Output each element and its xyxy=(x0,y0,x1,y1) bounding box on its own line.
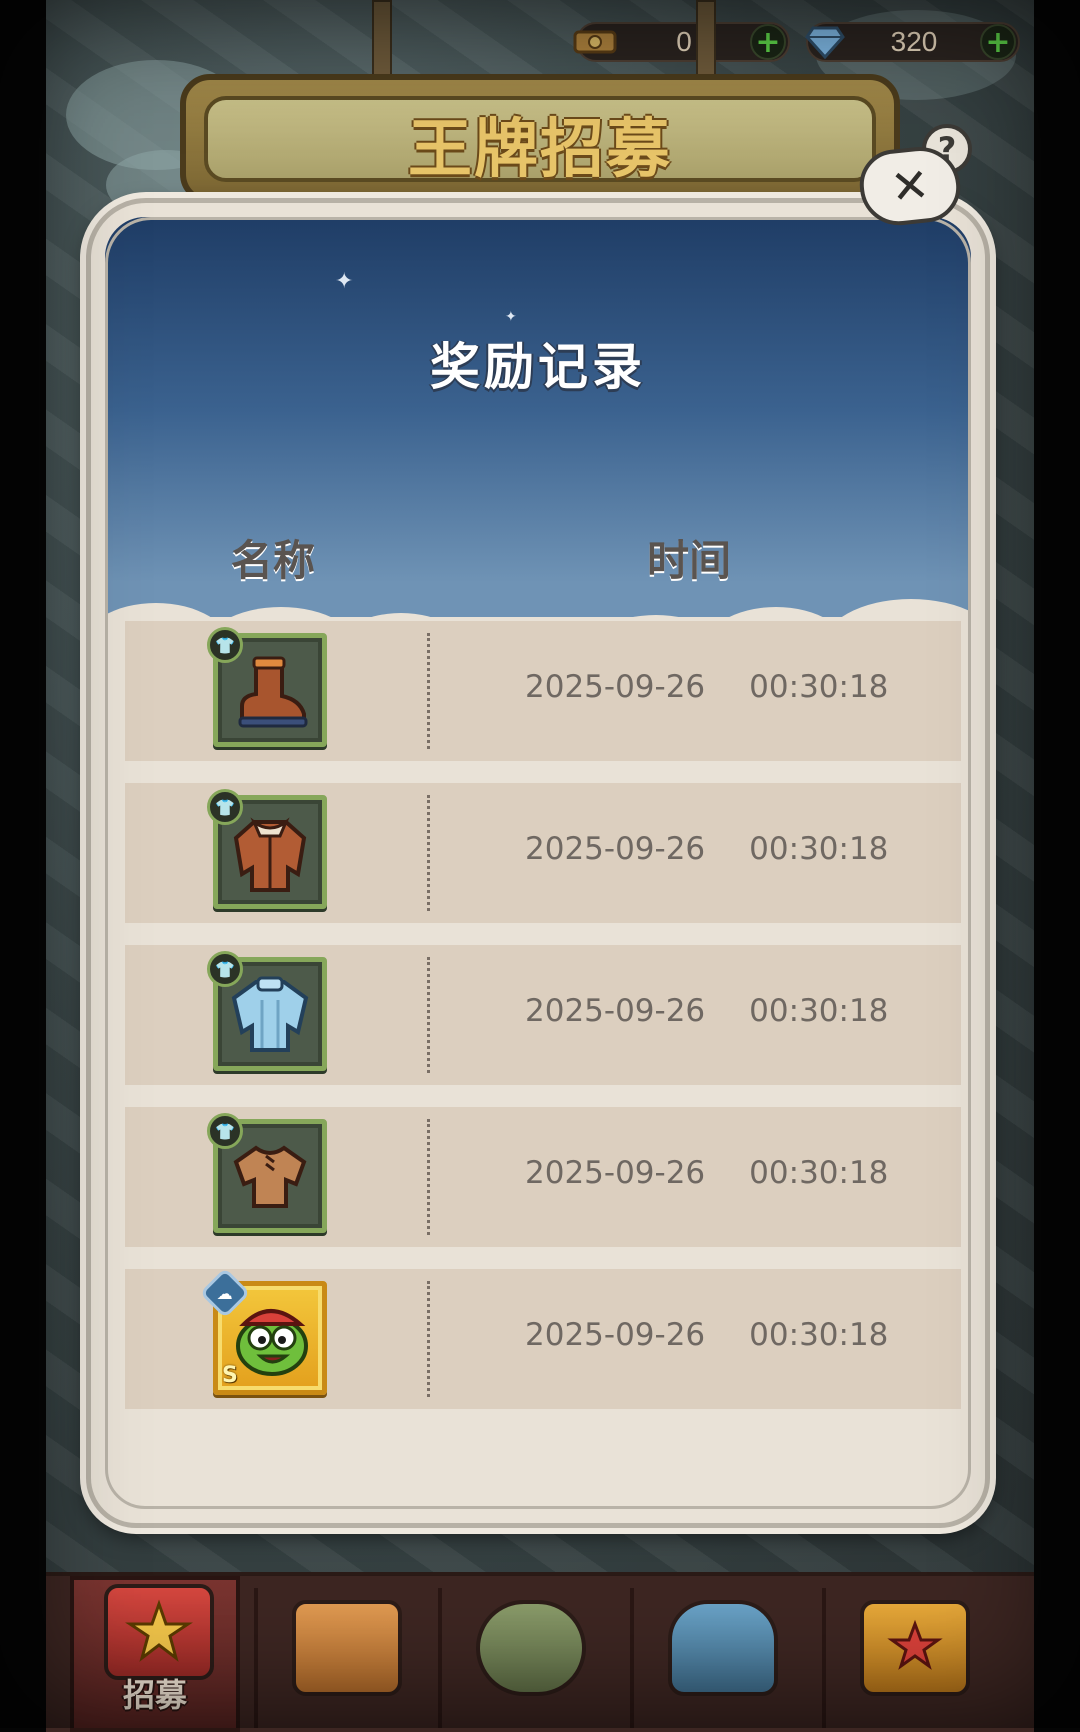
record-date: 2025-09-26 xyxy=(525,1317,706,1353)
record-date: 2025-09-26 xyxy=(525,1155,706,1191)
nav-recruit[interactable]: 招募 xyxy=(70,1576,240,1732)
column-header-name: 名称 xyxy=(231,536,316,585)
rank-label: S xyxy=(222,1363,238,1388)
sign-pole xyxy=(372,0,392,84)
ticket-icon xyxy=(572,27,618,57)
bag-icon xyxy=(292,1600,402,1696)
sign-pole xyxy=(696,0,716,84)
record-time: 00:30:18 xyxy=(749,831,889,867)
reward-record-row: 👕 2025-09-26 00:30:18 xyxy=(125,941,961,1085)
frog-hero-icon xyxy=(236,1309,308,1376)
record-time: 00:30:18 xyxy=(749,993,889,1029)
nav-pilot[interactable] xyxy=(638,1576,808,1732)
diamond-count: 320 xyxy=(890,26,938,57)
page-title: 王牌招募 xyxy=(408,113,672,187)
close-icon: ✕ xyxy=(888,157,932,215)
sweater-icon xyxy=(231,976,309,1052)
title-sign: 王牌招募 xyxy=(180,74,900,204)
pilot-helmet-icon xyxy=(668,1600,778,1696)
diamond-currency: 320 + xyxy=(805,22,1020,62)
boot-icon xyxy=(238,656,308,728)
machine-icon xyxy=(476,1600,586,1696)
reward-record-row: S ☁ 2025-09-26 00:30:18 xyxy=(125,1265,961,1409)
recruit-chest-icon xyxy=(104,1584,214,1680)
bottom-nav: 招募 xyxy=(46,1572,1034,1732)
shirt-icon xyxy=(233,1145,307,1208)
outfit-badge-icon: 👕 xyxy=(207,789,243,825)
dialog-title: 奖励记录 xyxy=(430,338,646,396)
reward-record-row: 👕 2025-09-26 00:30:18 xyxy=(125,1103,961,1247)
diamond-icon xyxy=(802,26,848,59)
nav-machine[interactable] xyxy=(446,1576,616,1732)
outfit-badge-icon: 👕 xyxy=(207,627,243,663)
add-ticket-button[interactable]: + xyxy=(750,24,786,60)
record-time: 00:30:18 xyxy=(749,1155,889,1191)
outfit-badge-icon: 👕 xyxy=(207,951,243,987)
jacket-icon xyxy=(233,817,307,892)
column-header-time: 时间 xyxy=(647,536,732,585)
add-diamond-button[interactable]: + xyxy=(980,24,1016,60)
reward-record-row: 👕 2025-09-26 00:30:18 xyxy=(125,617,961,761)
star-box-icon xyxy=(860,1600,970,1696)
outfit-badge-icon: 👕 xyxy=(207,1113,243,1149)
record-date: 2025-09-26 xyxy=(525,993,706,1029)
reward-record-dialog: ✦ ✦ 奖励记录 名称 时间 👕 2025-09-26 00:30:18 👕 2… xyxy=(86,198,990,1528)
ticket-currency: 0 + xyxy=(573,22,790,62)
reward-record-row: 👕 2025-09-26 00:30:18 xyxy=(125,779,961,923)
nav-star-box[interactable] xyxy=(830,1576,1000,1732)
record-time: 00:30:18 xyxy=(749,1317,889,1353)
star-icon: ✦ xyxy=(335,269,354,294)
nav-bag[interactable] xyxy=(262,1576,432,1732)
nav-recruit-label: 招募 xyxy=(122,1676,187,1714)
star-icon: ✦ xyxy=(505,309,517,325)
record-date: 2025-09-26 xyxy=(525,669,706,705)
record-time: 00:30:18 xyxy=(749,669,889,705)
ticket-count: 0 xyxy=(676,26,692,57)
record-date: 2025-09-26 xyxy=(525,831,706,867)
